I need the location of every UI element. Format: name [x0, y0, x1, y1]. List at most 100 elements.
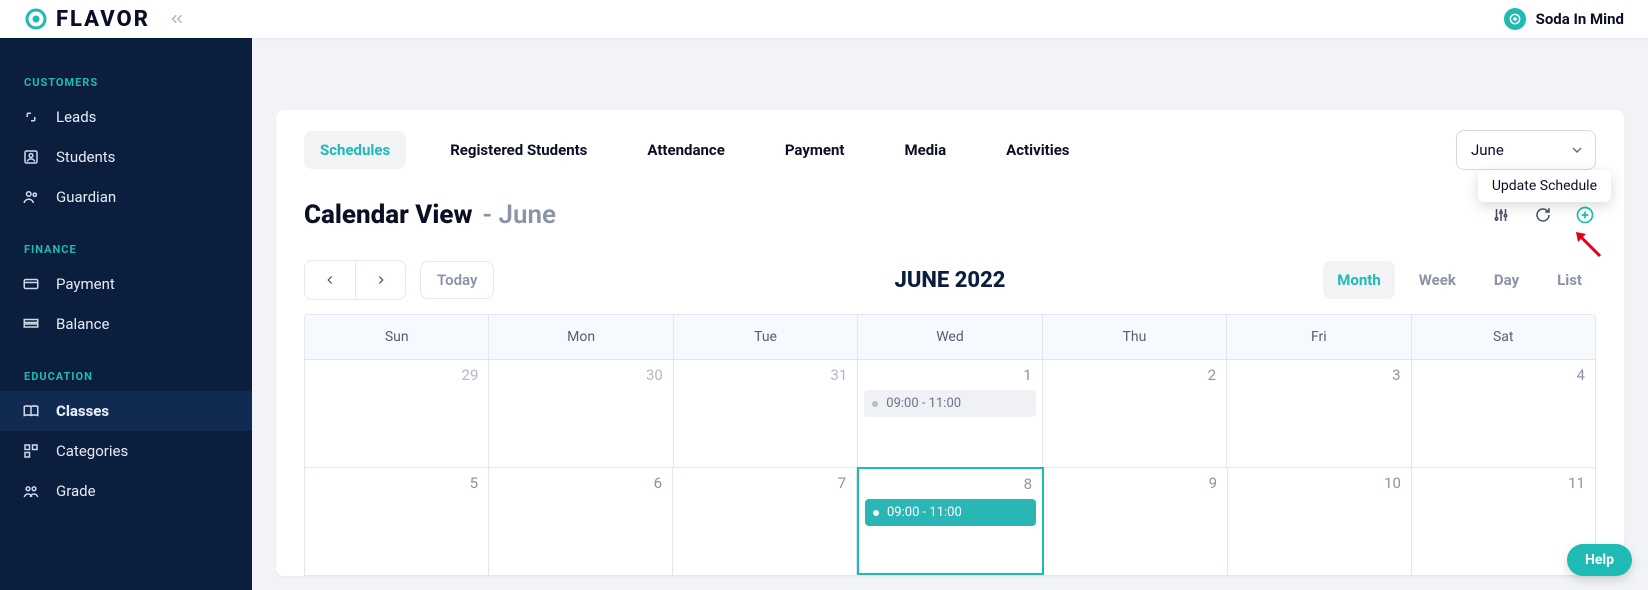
tab-registered-students[interactable]: Registered Students: [434, 131, 603, 169]
company-switcher[interactable]: Soda In Mind: [1504, 8, 1624, 30]
sync-button[interactable]: [1532, 204, 1554, 226]
sidebar-item-label: Guardian: [56, 188, 116, 206]
calendar-event[interactable]: 09:00 - 11:00: [864, 390, 1035, 417]
calendar-weekday-header: Sun Mon Tue Wed Thu Fri Sat: [305, 315, 1596, 359]
sidebar-item-students[interactable]: Students: [0, 137, 252, 177]
plus-circle-icon: [1575, 205, 1595, 225]
view-list-button[interactable]: List: [1543, 261, 1596, 299]
calendar-day-cell[interactable]: 9: [1044, 467, 1228, 575]
payment-icon: [22, 275, 40, 293]
day-number: 6: [654, 474, 662, 492]
company-name: Soda In Mind: [1536, 10, 1624, 28]
sidebar-item-leads[interactable]: Leads: [0, 97, 252, 137]
day-number: 4: [1577, 366, 1585, 384]
day-number: 3: [1392, 366, 1400, 384]
tab-activities[interactable]: Activities: [990, 131, 1085, 169]
refresh-icon: [1534, 206, 1552, 224]
day-number: 1: [1023, 366, 1031, 384]
month-select-value: June: [1471, 141, 1504, 159]
grade-icon: [22, 482, 40, 500]
sidebar-item-payment[interactable]: Payment: [0, 264, 252, 304]
calendar-grid: Sun Mon Tue Wed Thu Fri Sat 29 30: [304, 314, 1596, 576]
month-select[interactable]: June: [1456, 130, 1596, 170]
tab-schedules[interactable]: Schedules: [304, 131, 406, 169]
guardian-icon: [22, 188, 40, 206]
tab-attendance[interactable]: Attendance: [631, 131, 740, 169]
view-week-button[interactable]: Week: [1405, 261, 1470, 299]
calendar-nav-buttons: [304, 260, 406, 300]
sidebar-item-label: Balance: [56, 315, 109, 333]
calendar-day-cell[interactable]: 10: [1228, 467, 1412, 575]
filter-button[interactable]: [1490, 204, 1512, 226]
brand: FLAVOR: [24, 7, 150, 32]
sidebar-section-title: FINANCE: [0, 235, 252, 264]
sidebar-item-grade[interactable]: Grade: [0, 471, 252, 511]
company-logo-icon: [1504, 8, 1526, 30]
calendar-day-cell[interactable]: 29: [305, 359, 489, 467]
sidebar-collapse-button[interactable]: [168, 10, 186, 28]
categories-icon: [22, 442, 40, 460]
calendar-week: 5 6 7 8 09:00 - 11:00: [305, 467, 1596, 575]
tab-row: Schedules Registered Students Attendance…: [276, 130, 1624, 170]
chevron-down-icon: [1569, 142, 1585, 158]
view-day-button[interactable]: Day: [1480, 261, 1533, 299]
calendar-event[interactable]: 09:00 - 11:00: [865, 499, 1036, 526]
sidebar-item-label: Classes: [56, 402, 109, 420]
balance-icon: [22, 315, 40, 333]
sidebar-item-classes[interactable]: Classes: [0, 391, 252, 431]
calendar-view-subtitle: - June: [482, 200, 556, 230]
chevron-right-icon: [374, 273, 388, 287]
sidebar-item-guardian[interactable]: Guardian: [0, 177, 252, 217]
day-number: 11: [1568, 474, 1585, 492]
chevron-left-icon: [323, 273, 337, 287]
sidebar: CUSTOMERS Leads Students Guardian FINANC…: [0, 38, 252, 590]
view-month-button[interactable]: Month: [1323, 261, 1394, 299]
day-number: 10: [1384, 474, 1401, 492]
sidebar-item-label: Payment: [56, 275, 115, 293]
help-button[interactable]: Help: [1567, 544, 1632, 576]
classes-icon: [22, 402, 40, 420]
sidebar-item-label: Students: [56, 148, 115, 166]
weekday-header: Fri: [1227, 315, 1411, 359]
day-number: 2: [1208, 366, 1216, 384]
day-number: 5: [470, 474, 478, 492]
sliders-icon: [1492, 206, 1510, 224]
calendar-day-cell-today[interactable]: 8 09:00 - 11:00: [857, 467, 1044, 575]
leads-icon: [22, 108, 40, 126]
day-number: 31: [830, 366, 847, 384]
today-button[interactable]: Today: [420, 261, 494, 299]
calendar-day-cell[interactable]: 3: [1227, 359, 1411, 467]
event-dot-icon: [872, 401, 878, 407]
sidebar-item-label: Categories: [56, 442, 128, 460]
brand-logo-icon: [24, 7, 48, 31]
weekday-header: Thu: [1043, 315, 1227, 359]
add-schedule-button[interactable]: [1574, 204, 1596, 226]
day-number: 8: [1024, 475, 1032, 493]
weekday-header: Sat: [1412, 315, 1596, 359]
sidebar-item-balance[interactable]: Balance: [0, 304, 252, 344]
calendar-day-cell[interactable]: 1 09:00 - 11:00: [858, 359, 1042, 467]
day-number: 30: [646, 366, 663, 384]
weekday-header: Sun: [305, 315, 489, 359]
main-content: Schedules Registered Students Attendance…: [252, 38, 1648, 590]
calendar-day-cell[interactable]: 5: [305, 467, 489, 575]
calendar-day-cell[interactable]: 30: [489, 359, 673, 467]
tab-payment[interactable]: Payment: [769, 131, 861, 169]
calendar-day-cell[interactable]: 2: [1043, 359, 1227, 467]
calendar-day-cell[interactable]: 31: [674, 359, 858, 467]
calendar-day-cell[interactable]: 4: [1412, 359, 1596, 467]
event-label: 09:00 - 11:00: [887, 505, 962, 520]
content-card: Schedules Registered Students Attendance…: [276, 110, 1624, 576]
sidebar-item-categories[interactable]: Categories: [0, 431, 252, 471]
next-month-button[interactable]: [355, 261, 405, 299]
day-number: 9: [1209, 474, 1217, 492]
weekday-header: Mon: [489, 315, 673, 359]
calendar-day-cell[interactable]: 6: [489, 467, 673, 575]
calendar-day-cell[interactable]: 7: [673, 467, 857, 575]
calendar-view-title: Calendar View: [304, 200, 473, 230]
calendar-week: 29 30 31 1 09:00 - 11:00: [305, 359, 1596, 467]
prev-month-button[interactable]: [305, 261, 355, 299]
tab-media[interactable]: Media: [888, 131, 962, 169]
sidebar-section-title: CUSTOMERS: [0, 68, 252, 97]
calendar-nav-row: Today JUNE 2022 Month Week Day List: [276, 238, 1624, 314]
